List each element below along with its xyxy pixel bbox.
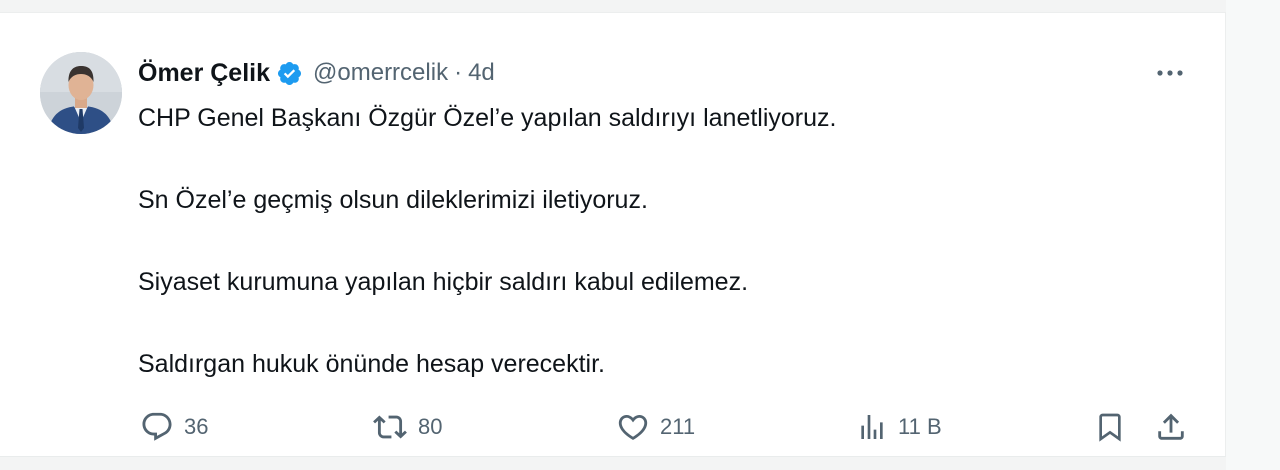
tweet-paragraph-2: Sn Özel’e geçmiş olsun dileklerimizi ile… [138,186,648,214]
avatar-photo [40,52,122,134]
retweet-count: 80 [418,414,443,439]
tweet-card[interactable]: Ömer Çelik @omerrcelik · 4d CHP Genel Ba… [0,13,1226,457]
like-button[interactable]: 211 [616,405,695,449]
share-upload-icon [1154,410,1188,444]
reply-button[interactable]: 36 [140,405,208,449]
tweet-timestamp[interactable]: 4d [468,59,495,87]
retweet-button[interactable]: 80 [372,405,442,449]
reply-count: 36 [184,414,209,439]
views-button[interactable]: 11 B [856,405,942,449]
previous-tweet-edge [0,0,1226,13]
author-display-name[interactable]: Ömer Çelik [138,59,270,88]
avatar[interactable] [40,52,122,134]
header-separator: · [454,59,463,86]
tweet-paragraph-3: Siyaset kurumuna yapılan hiçbir saldırı … [138,268,749,296]
page: Ömer Çelik @omerrcelik · 4d CHP Genel Ba… [0,0,1280,470]
bookmark-icon [1094,410,1126,444]
share-button[interactable] [1154,405,1188,449]
next-tweet-edge [0,457,1226,470]
tweet-paragraph-4: Saldırgan hukuk önünde hesap verecektir. [138,350,605,378]
retweet-arrows-icon [372,410,408,444]
author-handle[interactable]: @omerrcelik [313,59,448,87]
heart-icon [616,410,650,444]
tweet-paragraph-1: CHP Genel Başkanı Özgür Özel’e yapılan s… [138,104,837,132]
views-count: 11 B [898,414,942,439]
like-count: 211 [660,414,696,439]
reply-bubble-icon [140,410,174,444]
tweet-actions-bar: 36 80 211 11 B [138,405,1198,449]
verified-badge-icon[interactable] [276,60,303,87]
bar-chart-icon [856,410,888,444]
bookmark-button[interactable] [1094,405,1126,449]
tweet-text: CHP Genel Başkanı Özgür Özel’e yapılan s… [138,103,1198,431]
more-dots-icon[interactable] [1152,63,1188,83]
tweet-header: Ömer Çelik @omerrcelik · 4d [138,56,495,90]
